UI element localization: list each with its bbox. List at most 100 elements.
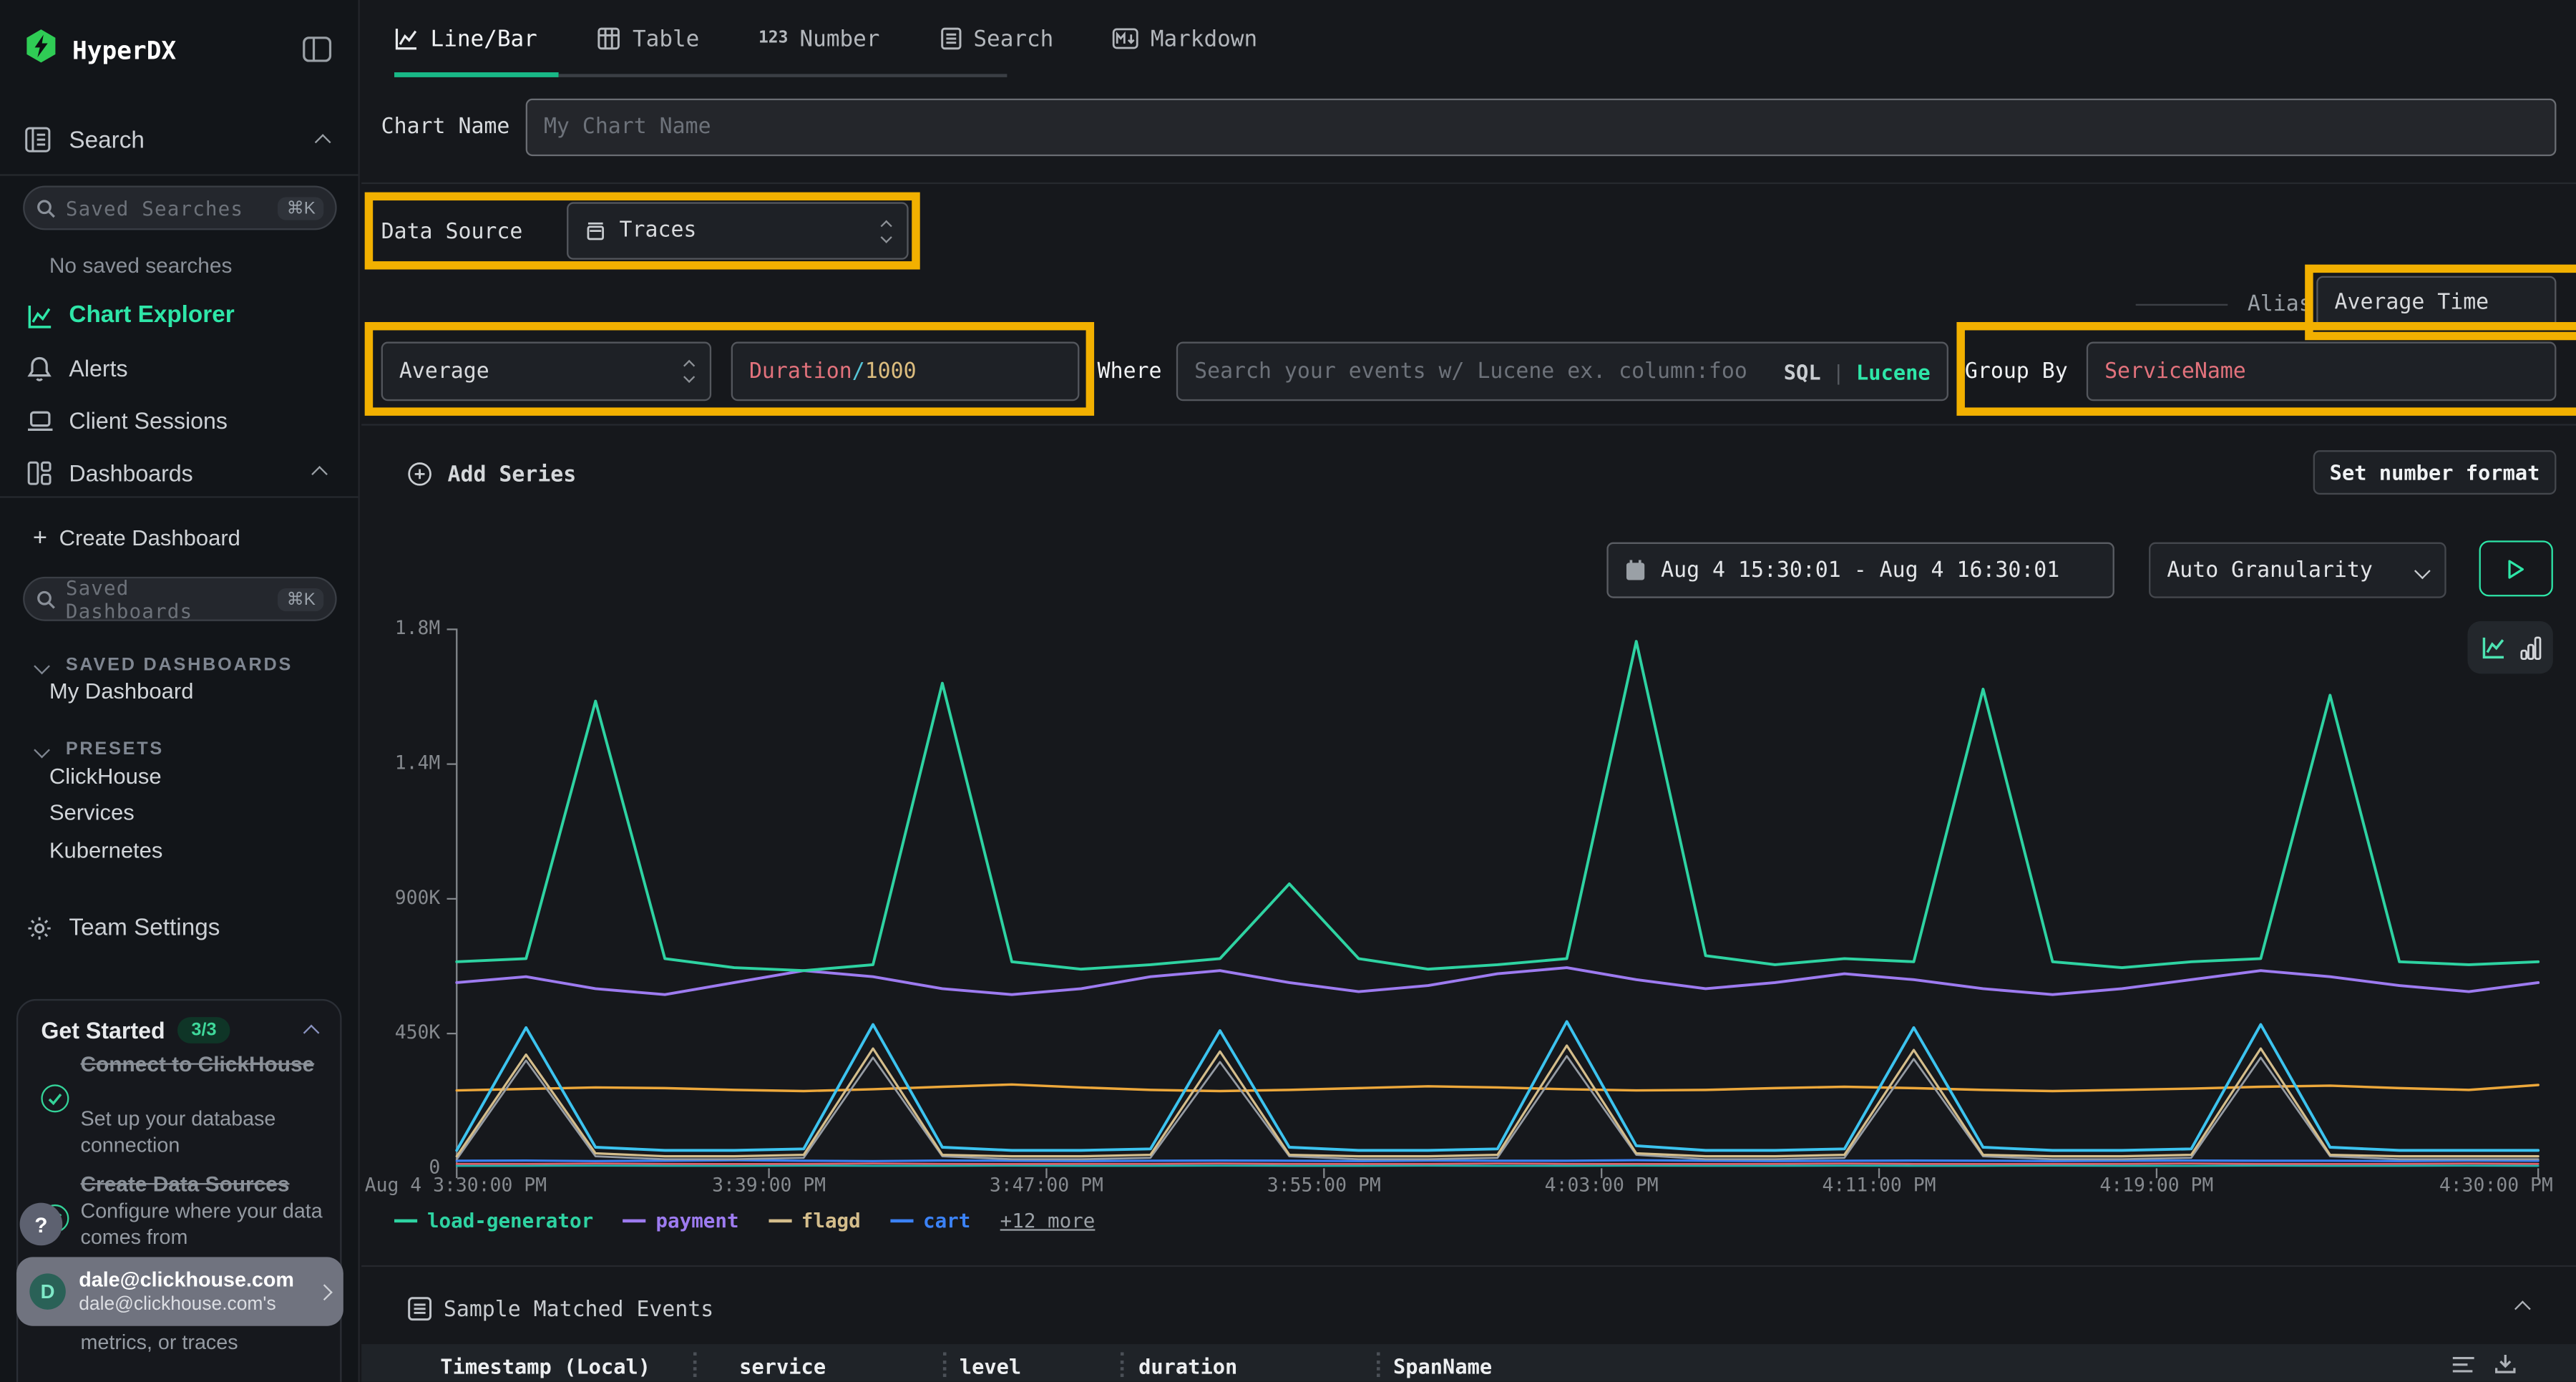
set-number-format-label: Set number format [2330,460,2540,485]
legend-item[interactable]: cart [890,1210,970,1232]
expression-field: Duration [749,359,852,384]
alias-input[interactable]: Average Time [2316,276,2556,331]
saved-dashboards-input[interactable]: Saved Dashboards ⌘K [23,577,337,621]
granularity-value: Auto Granularity [2167,558,2373,582]
time-range-input[interactable]: Aug 4 15:30:01 - Aug 4 16:30:01 [1606,542,2114,598]
chevron-down-icon [34,741,50,758]
sidebar: HyperDX Search Saved Searches ⌘K No save… [0,0,360,1382]
download-icon[interactable] [2494,1353,2517,1376]
help-button[interactable]: ? [20,1203,63,1246]
tab-line-bar[interactable]: Line/Bar [394,26,537,52]
table-options-icon[interactable] [2451,1354,2476,1376]
saved-searches-input[interactable]: Saved Searches ⌘K [23,185,337,230]
column-header-level[interactable]: level [960,1354,1021,1378]
column-separator[interactable] [1377,1353,1380,1377]
chevron-up-icon[interactable] [315,134,331,150]
active-tab-underline [394,72,559,77]
tab-table[interactable]: Table [596,26,699,52]
shortcut-badge: ⌘K [278,588,323,610]
x-tick-label: Aug 4 3:30:00 PM [365,1173,547,1196]
time-range-value: Aug 4 15:30:01 - Aug 4 16:30:01 [1661,558,2059,582]
saved-dashboards-placeholder: Saved Dashboards [66,576,269,622]
sample-events-icon [407,1296,431,1320]
column-separator[interactable] [1121,1353,1124,1377]
sidebar-item-dashboards[interactable]: Dashboards [0,449,360,498]
plus-circle-icon [407,462,431,486]
legend-item[interactable]: flagd [769,1210,861,1232]
sidebar-item-client-sessions[interactable]: Client Sessions [0,396,360,445]
sidebar-section-search[interactable]: Search [69,128,145,155]
get-started-step-subtitle: Configure where your data comes from [81,1198,331,1250]
chevron-down-icon [2414,562,2431,578]
legend-item[interactable]: payment [623,1210,739,1232]
sidebar-item-services[interactable]: Services [49,800,135,824]
group-by-label: Group By [1965,360,2068,384]
main-content: Line/Bar Table 123 Number Search Markdow… [361,0,2576,1382]
data-source-select[interactable]: Traces [567,202,909,259]
sql-toggle[interactable]: SQL [1784,359,1821,384]
sidebar-collapse-icon[interactable] [302,37,331,63]
y-tick-label: 900K [361,886,440,909]
chart-name-input[interactable]: My Chart Name [526,99,2557,156]
get-started-step-title[interactable]: Create Data Sources [81,1170,343,1198]
user-email-sub: dale@clickhouse.com's [79,1293,306,1315]
create-dashboard-label: Create Dashboard [59,525,240,550]
column-separator[interactable] [693,1353,697,1377]
where-input[interactable]: Search your events w/ Lucene ex. column:… [1176,342,1948,402]
help-label: ? [34,1212,47,1236]
bell-icon [24,354,54,382]
get-started-step-title[interactable]: Connect to ClickHouse [81,1050,327,1078]
legend-label: payment [655,1210,738,1232]
chevron-up-icon[interactable] [311,465,328,482]
column-header-spanname[interactable]: SpanName [1393,1354,1492,1378]
chart-name-label: Chart Name [381,115,510,140]
sidebar-item-alerts[interactable]: Alerts [0,344,360,393]
tab-label: Number [800,26,880,52]
column-separator[interactable] [943,1353,947,1377]
get-started-step-subtitle: Set up your database connection [81,1106,331,1158]
expression-input[interactable]: Duration/1000 [731,342,1080,402]
user-menu[interactable]: D dale@clickhouse.com dale@clickhouse.co… [16,1257,343,1325]
tab-search[interactable]: Search [939,26,1053,52]
search-icon [36,198,57,218]
granularity-select[interactable]: Auto Granularity [2149,542,2446,598]
tab-label: Line/Bar [431,26,537,52]
group-by-input[interactable]: ServiceName [2087,342,2557,402]
divider [361,424,2576,425]
create-dashboard-button[interactable]: + Create Dashboard [0,512,360,562]
sidebar-item-label: Alerts [69,355,127,381]
column-header-duration[interactable]: duration [1138,1354,1237,1378]
expression-value: 1000 [865,359,917,384]
chevron-up-icon[interactable] [303,1025,320,1041]
team-settings-label: Team Settings [69,915,220,942]
legend-label: flagd [801,1210,861,1232]
legend-item[interactable]: load-generator [394,1210,593,1232]
tab-markdown[interactable]: Markdown [1113,26,1257,52]
run-query-button[interactable] [2479,540,2553,596]
add-series-button[interactable]: Add Series [407,460,576,490]
collapse-panel-icon[interactable] [2514,1300,2531,1317]
sidebar-item-clickhouse[interactable]: ClickHouse [49,764,162,789]
line-chart-icon [394,26,419,51]
column-header-timestamp[interactable]: Timestamp (Local) [440,1354,650,1378]
set-number-format-button[interactable]: Set number format [2313,450,2557,495]
sidebar-item-chart-explorer[interactable]: Chart Explorer [0,291,360,340]
group-title: SAVED DASHBOARDS [66,656,293,676]
legend-label: cart [923,1210,970,1232]
legend-more-link[interactable]: +12 more [1000,1210,1096,1232]
hyperdx-chart-explorer: HyperDX Search Saved Searches ⌘K No save… [0,0,2576,1382]
divider [361,1265,2576,1267]
timeseries-chart[interactable] [427,616,2563,1192]
sidebar-item-my-dashboard[interactable]: My Dashboard [49,678,194,703]
sidebar-item-team-settings[interactable]: Team Settings [0,904,360,953]
column-header-service[interactable]: service [739,1354,826,1378]
group-title: PRESETS [66,739,164,759]
x-tick-label: 3:47:00 PM [990,1173,1103,1196]
tab-number[interactable]: 123 Number [758,26,880,52]
sidebar-item-kubernetes[interactable]: Kubernetes [49,838,163,862]
data-source-value: Traces [620,218,697,243]
play-icon [2507,558,2525,579]
select-chevrons-icon [882,221,890,241]
aggregation-select[interactable]: Average [381,342,711,402]
lucene-toggle[interactable]: Lucene [1856,359,1931,384]
